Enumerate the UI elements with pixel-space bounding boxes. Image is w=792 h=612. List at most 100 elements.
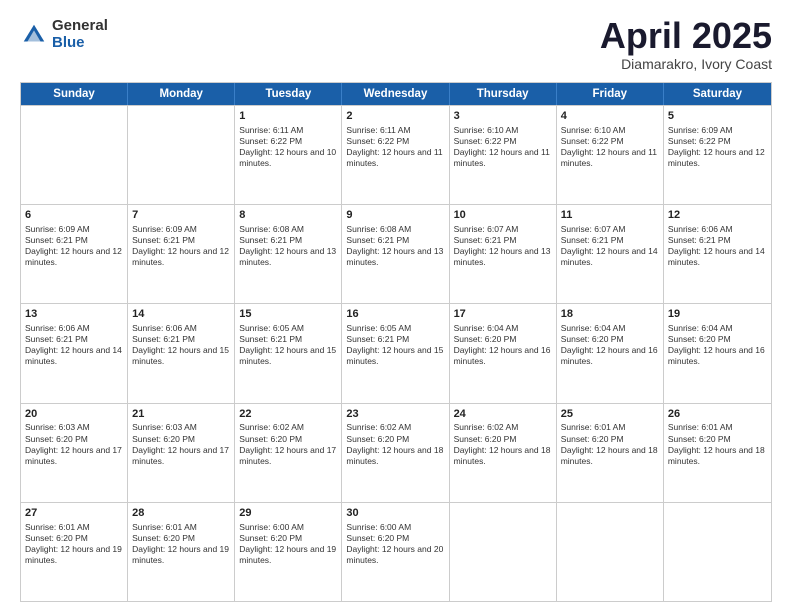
day-cell-19: 19Sunrise: 6:04 AM Sunset: 6:20 PM Dayli… <box>664 304 771 402</box>
cell-info: Sunrise: 6:01 AM Sunset: 6:20 PM Dayligh… <box>561 422 659 466</box>
day-cell-9: 9Sunrise: 6:08 AM Sunset: 6:21 PM Daylig… <box>342 205 449 303</box>
day-number: 30 <box>346 506 444 521</box>
cell-info: Sunrise: 6:08 AM Sunset: 6:21 PM Dayligh… <box>346 224 444 268</box>
calendar-body: 1Sunrise: 6:11 AM Sunset: 6:22 PM Daylig… <box>21 105 771 601</box>
cell-info: Sunrise: 6:04 AM Sunset: 6:20 PM Dayligh… <box>454 323 552 367</box>
cell-info: Sunrise: 6:04 AM Sunset: 6:20 PM Dayligh… <box>668 323 767 367</box>
day-number: 6 <box>25 208 123 223</box>
day-header-tuesday: Tuesday <box>235 83 342 105</box>
day-cell-23: 23Sunrise: 6:02 AM Sunset: 6:20 PM Dayli… <box>342 404 449 502</box>
day-cell-22: 22Sunrise: 6:02 AM Sunset: 6:20 PM Dayli… <box>235 404 342 502</box>
day-cell-30: 30Sunrise: 6:00 AM Sunset: 6:20 PM Dayli… <box>342 503 449 601</box>
cell-info: Sunrise: 6:07 AM Sunset: 6:21 PM Dayligh… <box>454 224 552 268</box>
day-number: 1 <box>239 109 337 124</box>
empty-cell <box>128 106 235 204</box>
calendar: SundayMondayTuesdayWednesdayThursdayFrid… <box>20 82 772 602</box>
cell-info: Sunrise: 6:09 AM Sunset: 6:21 PM Dayligh… <box>25 224 123 268</box>
day-cell-1: 1Sunrise: 6:11 AM Sunset: 6:22 PM Daylig… <box>235 106 342 204</box>
cell-info: Sunrise: 6:05 AM Sunset: 6:21 PM Dayligh… <box>346 323 444 367</box>
cell-info: Sunrise: 6:01 AM Sunset: 6:20 PM Dayligh… <box>132 522 230 566</box>
day-number: 25 <box>561 407 659 422</box>
day-number: 21 <box>132 407 230 422</box>
cell-info: Sunrise: 6:01 AM Sunset: 6:20 PM Dayligh… <box>25 522 123 566</box>
day-cell-10: 10Sunrise: 6:07 AM Sunset: 6:21 PM Dayli… <box>450 205 557 303</box>
cell-info: Sunrise: 6:03 AM Sunset: 6:20 PM Dayligh… <box>25 422 123 466</box>
calendar-row-2: 6Sunrise: 6:09 AM Sunset: 6:21 PM Daylig… <box>21 204 771 303</box>
day-number: 3 <box>454 109 552 124</box>
day-cell-18: 18Sunrise: 6:04 AM Sunset: 6:20 PM Dayli… <box>557 304 664 402</box>
day-cell-2: 2Sunrise: 6:11 AM Sunset: 6:22 PM Daylig… <box>342 106 449 204</box>
logo-general: General <box>52 18 108 35</box>
logo-icon <box>20 21 48 49</box>
day-number: 11 <box>561 208 659 223</box>
cell-info: Sunrise: 6:06 AM Sunset: 6:21 PM Dayligh… <box>668 224 767 268</box>
day-number: 4 <box>561 109 659 124</box>
day-cell-15: 15Sunrise: 6:05 AM Sunset: 6:21 PM Dayli… <box>235 304 342 402</box>
day-cell-7: 7Sunrise: 6:09 AM Sunset: 6:21 PM Daylig… <box>128 205 235 303</box>
cell-info: Sunrise: 6:11 AM Sunset: 6:22 PM Dayligh… <box>239 125 337 169</box>
title-month: April 2025 <box>600 18 772 54</box>
day-number: 9 <box>346 208 444 223</box>
calendar-row-5: 27Sunrise: 6:01 AM Sunset: 6:20 PM Dayli… <box>21 502 771 601</box>
cell-info: Sunrise: 6:00 AM Sunset: 6:20 PM Dayligh… <box>239 522 337 566</box>
day-number: 13 <box>25 307 123 322</box>
day-number: 16 <box>346 307 444 322</box>
day-number: 17 <box>454 307 552 322</box>
day-number: 12 <box>668 208 767 223</box>
day-cell-21: 21Sunrise: 6:03 AM Sunset: 6:20 PM Dayli… <box>128 404 235 502</box>
cell-info: Sunrise: 6:02 AM Sunset: 6:20 PM Dayligh… <box>239 422 337 466</box>
cell-info: Sunrise: 6:07 AM Sunset: 6:21 PM Dayligh… <box>561 224 659 268</box>
day-number: 23 <box>346 407 444 422</box>
day-number: 2 <box>346 109 444 124</box>
empty-cell <box>557 503 664 601</box>
cell-info: Sunrise: 6:02 AM Sunset: 6:20 PM Dayligh… <box>346 422 444 466</box>
cell-info: Sunrise: 6:10 AM Sunset: 6:22 PM Dayligh… <box>561 125 659 169</box>
day-number: 8 <box>239 208 337 223</box>
day-cell-26: 26Sunrise: 6:01 AM Sunset: 6:20 PM Dayli… <box>664 404 771 502</box>
day-cell-4: 4Sunrise: 6:10 AM Sunset: 6:22 PM Daylig… <box>557 106 664 204</box>
day-number: 5 <box>668 109 767 124</box>
empty-cell <box>450 503 557 601</box>
day-number: 10 <box>454 208 552 223</box>
day-cell-5: 5Sunrise: 6:09 AM Sunset: 6:22 PM Daylig… <box>664 106 771 204</box>
day-cell-24: 24Sunrise: 6:02 AM Sunset: 6:20 PM Dayli… <box>450 404 557 502</box>
day-cell-12: 12Sunrise: 6:06 AM Sunset: 6:21 PM Dayli… <box>664 205 771 303</box>
day-number: 14 <box>132 307 230 322</box>
cell-info: Sunrise: 6:09 AM Sunset: 6:21 PM Dayligh… <box>132 224 230 268</box>
day-number: 29 <box>239 506 337 521</box>
day-cell-25: 25Sunrise: 6:01 AM Sunset: 6:20 PM Dayli… <box>557 404 664 502</box>
cell-info: Sunrise: 6:01 AM Sunset: 6:20 PM Dayligh… <box>668 422 767 466</box>
calendar-header: SundayMondayTuesdayWednesdayThursdayFrid… <box>21 83 771 105</box>
cell-info: Sunrise: 6:05 AM Sunset: 6:21 PM Dayligh… <box>239 323 337 367</box>
logo-text: General Blue <box>52 18 108 51</box>
day-cell-6: 6Sunrise: 6:09 AM Sunset: 6:21 PM Daylig… <box>21 205 128 303</box>
cell-info: Sunrise: 6:03 AM Sunset: 6:20 PM Dayligh… <box>132 422 230 466</box>
day-cell-16: 16Sunrise: 6:05 AM Sunset: 6:21 PM Dayli… <box>342 304 449 402</box>
cell-info: Sunrise: 6:11 AM Sunset: 6:22 PM Dayligh… <box>346 125 444 169</box>
day-number: 15 <box>239 307 337 322</box>
cell-info: Sunrise: 6:09 AM Sunset: 6:22 PM Dayligh… <box>668 125 767 169</box>
header: General Blue April 2025 Diamarakro, Ivor… <box>20 18 772 72</box>
day-number: 26 <box>668 407 767 422</box>
day-cell-27: 27Sunrise: 6:01 AM Sunset: 6:20 PM Dayli… <box>21 503 128 601</box>
day-number: 22 <box>239 407 337 422</box>
day-cell-29: 29Sunrise: 6:00 AM Sunset: 6:20 PM Dayli… <box>235 503 342 601</box>
day-header-monday: Monday <box>128 83 235 105</box>
day-header-saturday: Saturday <box>664 83 771 105</box>
day-cell-11: 11Sunrise: 6:07 AM Sunset: 6:21 PM Dayli… <box>557 205 664 303</box>
calendar-row-1: 1Sunrise: 6:11 AM Sunset: 6:22 PM Daylig… <box>21 105 771 204</box>
empty-cell <box>664 503 771 601</box>
title-block: April 2025 Diamarakro, Ivory Coast <box>600 18 772 72</box>
page: General Blue April 2025 Diamarakro, Ivor… <box>0 0 792 612</box>
empty-cell <box>21 106 128 204</box>
day-number: 27 <box>25 506 123 521</box>
day-header-friday: Friday <box>557 83 664 105</box>
logo-blue: Blue <box>52 35 108 52</box>
calendar-row-3: 13Sunrise: 6:06 AM Sunset: 6:21 PM Dayli… <box>21 303 771 402</box>
cell-info: Sunrise: 6:02 AM Sunset: 6:20 PM Dayligh… <box>454 422 552 466</box>
day-number: 20 <box>25 407 123 422</box>
day-cell-28: 28Sunrise: 6:01 AM Sunset: 6:20 PM Dayli… <box>128 503 235 601</box>
day-number: 24 <box>454 407 552 422</box>
cell-info: Sunrise: 6:10 AM Sunset: 6:22 PM Dayligh… <box>454 125 552 169</box>
calendar-row-4: 20Sunrise: 6:03 AM Sunset: 6:20 PM Dayli… <box>21 403 771 502</box>
